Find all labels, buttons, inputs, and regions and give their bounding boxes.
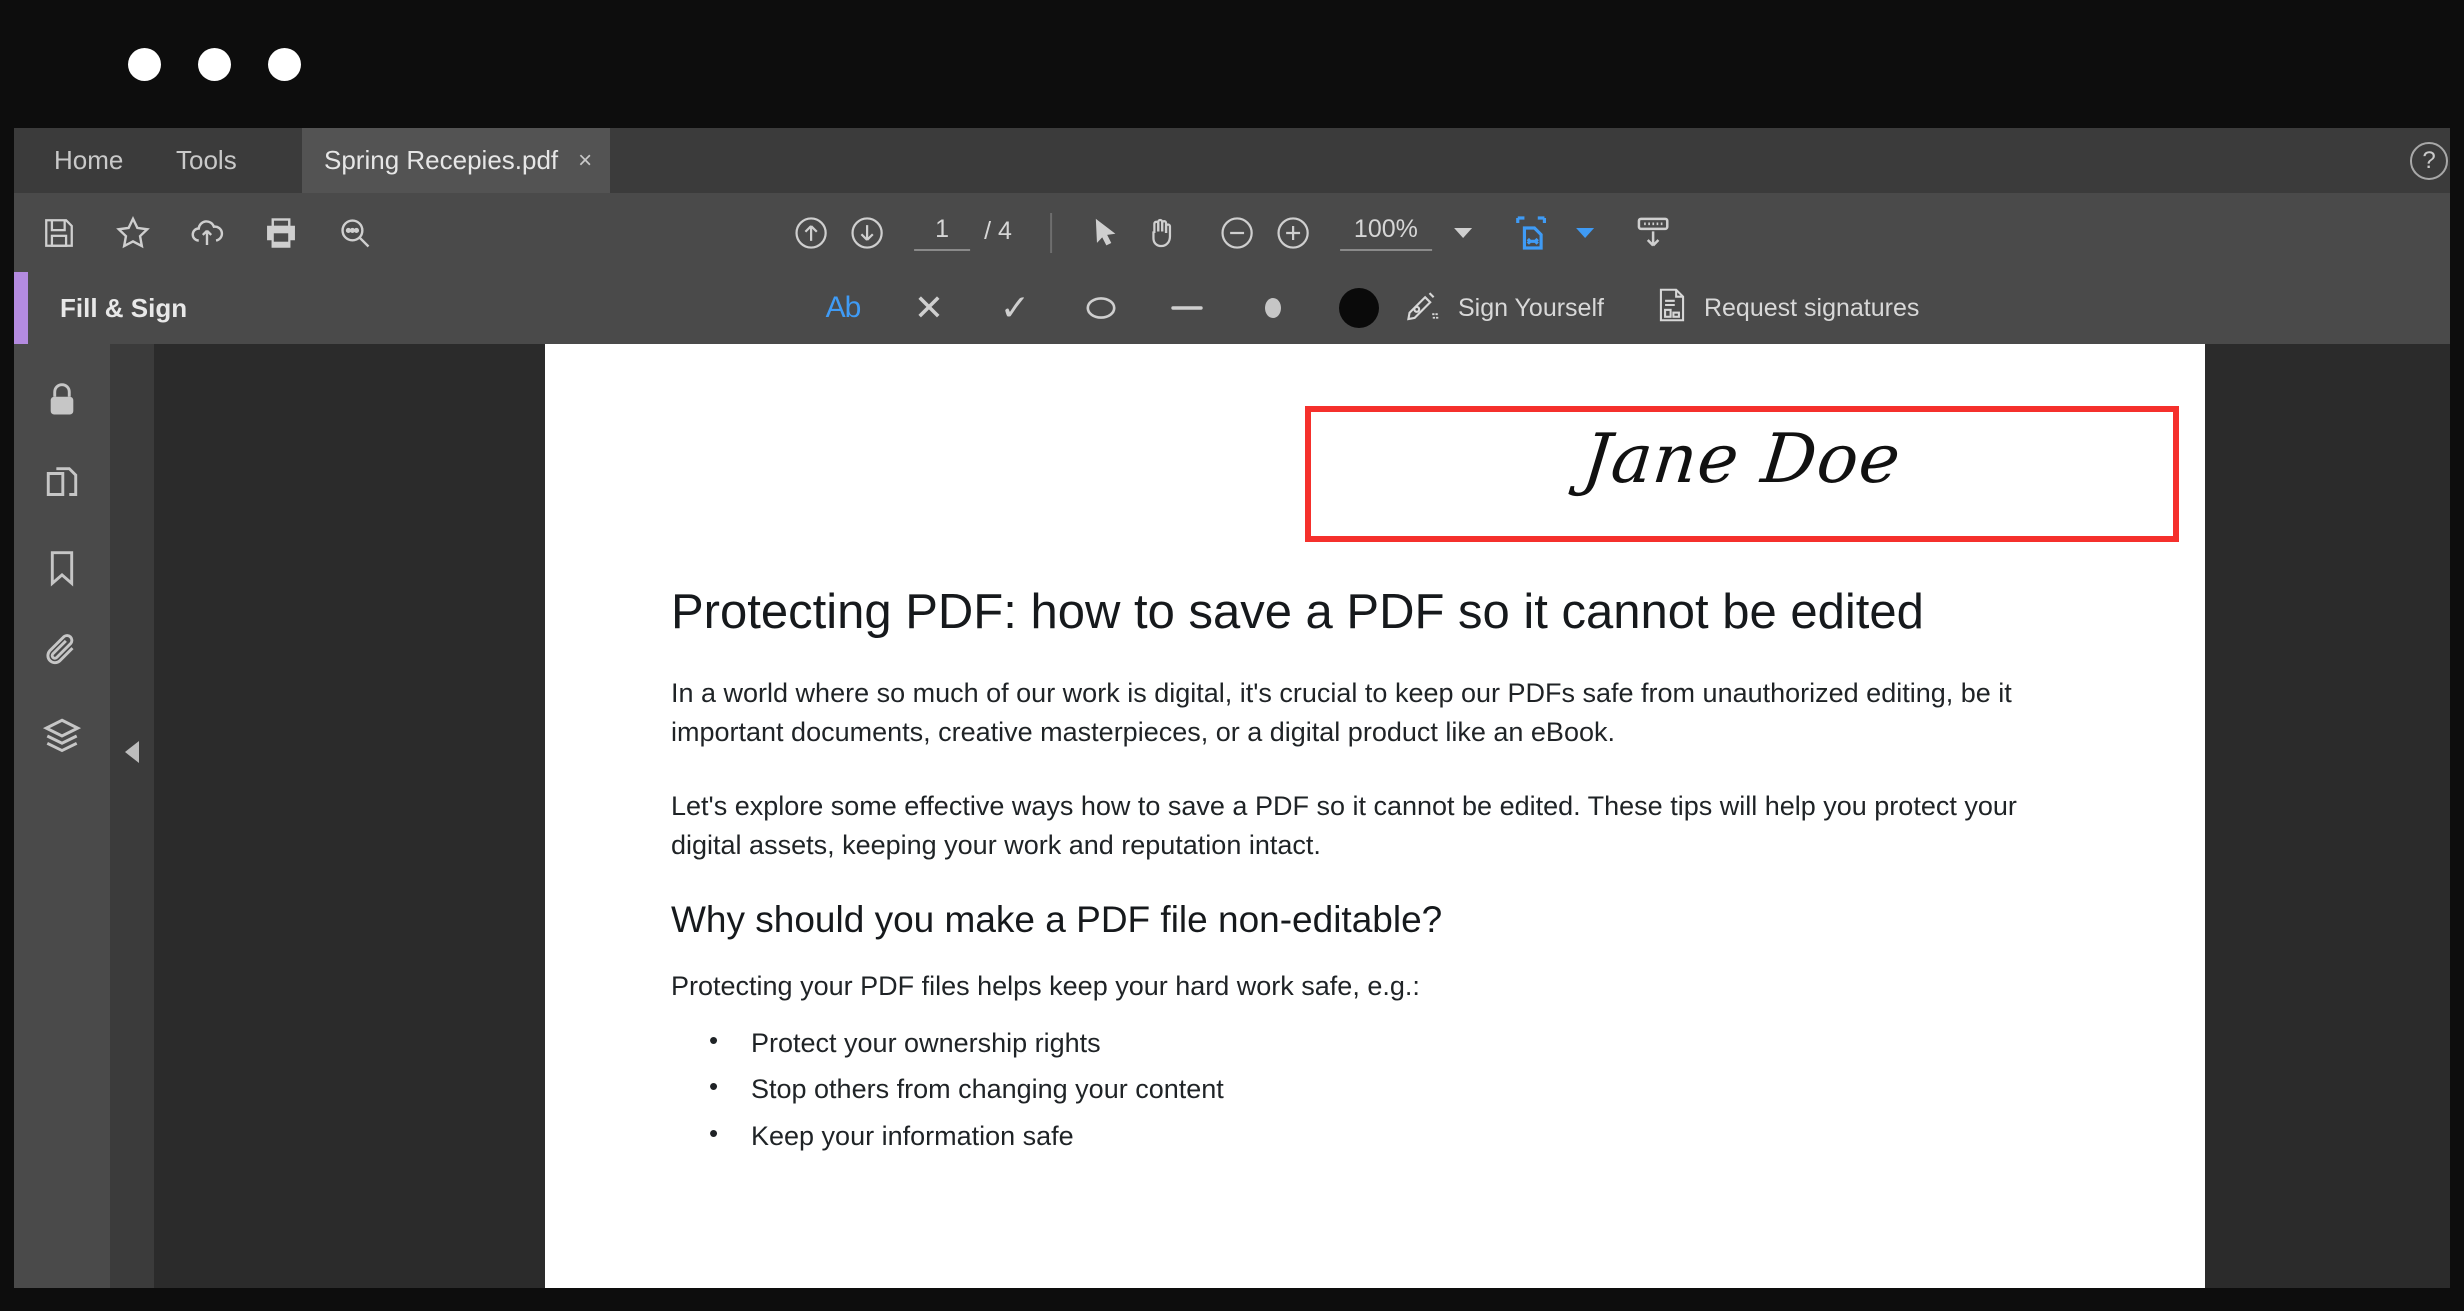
chevron-left-icon [125, 741, 139, 763]
fill-sign-title: Fill & Sign [60, 292, 188, 323]
sign-yourself-button[interactable]: Sign Yourself [1404, 288, 1604, 329]
request-signatures-button[interactable]: Request signatures [1656, 287, 1919, 330]
acrobat-window: Home Tools Spring Recepies.pdf × ? 1 / 4… [0, 0, 2464, 1311]
lock-icon[interactable] [34, 372, 90, 428]
select-tool-icon[interactable] [1082, 210, 1128, 256]
tab-document-label: Spring Recepies.pdf [324, 145, 559, 175]
save-icon[interactable] [36, 210, 82, 256]
fit-page-chevron-down-icon[interactable] [1575, 227, 1594, 238]
maximize-window-button[interactable] [268, 48, 301, 81]
list-item: Stop others from changing your content [709, 1064, 2091, 1112]
help-icon[interactable]: ? [2410, 142, 2448, 180]
toolbar-left-group [14, 210, 378, 256]
tab-document[interactable]: Spring Recepies.pdf × [302, 128, 611, 193]
page-navigation: 1 / 4 [914, 215, 1012, 251]
check-mark-icon[interactable]: ✓ [992, 285, 1038, 331]
list-item: Keep your information safe [709, 1111, 2091, 1159]
tab-strip: Home Tools Spring Recepies.pdf × ? [14, 128, 2450, 193]
color-swatch [1339, 288, 1379, 328]
fill-and-sign-toolbar: Fill & Sign Ab ✕ ✓ Sign Yourself Request… [14, 272, 2450, 344]
sidebar-collapse-handle[interactable] [110, 722, 154, 782]
request-signatures-label: Request signatures [1703, 293, 1920, 322]
close-window-button[interactable] [128, 48, 161, 81]
fill-sign-accent-bar [14, 272, 28, 344]
cloud-upload-icon[interactable] [184, 210, 230, 256]
tab-home-label: Home [54, 145, 124, 175]
layers-icon[interactable] [34, 708, 90, 764]
toolbar-divider [1049, 212, 1052, 253]
zoom-level-value[interactable]: 100% [1339, 215, 1432, 251]
tab-tools[interactable]: Tools [154, 128, 259, 193]
sidebar-rail [14, 344, 110, 1288]
close-icon[interactable]: × [578, 148, 592, 173]
toolbar-center-group: 1 / 4 100% [788, 210, 1676, 256]
dot-swatch [1265, 298, 1281, 318]
paperclip-icon[interactable] [34, 624, 90, 680]
document-workspace: Jane Doe Protecting PDF: how to save a P… [14, 344, 2450, 1288]
print-icon[interactable] [258, 210, 304, 256]
document-paragraph-3: Protecting your PDF files helps keep you… [671, 970, 1420, 1001]
document-paragraph-2: Let's explore some effective ways how to… [671, 790, 2017, 860]
document-paragraph-1: In a world where so much of our work is … [671, 678, 2012, 748]
tab-tools-label: Tools [176, 145, 237, 175]
search-icon[interactable] [332, 210, 378, 256]
zoom-out-icon[interactable] [1214, 210, 1260, 256]
pen-signature-icon [1404, 288, 1442, 329]
list-item: Protect your ownership rights [709, 1018, 2091, 1066]
fill-sign-tools-group: Ab ✕ ✓ [820, 285, 1382, 331]
document-bullet-list: Protect your ownership rights Stop other… [671, 1018, 2091, 1159]
page-down-icon[interactable] [844, 210, 890, 256]
pdf-content: Protecting PDF: how to save a PDF so it … [671, 584, 2091, 1159]
request-signature-doc-icon [1656, 287, 1688, 330]
window-titlebar [0, 0, 2464, 128]
page-up-icon[interactable] [788, 210, 834, 256]
pdf-page[interactable]: Jane Doe Protecting PDF: how to save a P… [545, 344, 2205, 1288]
cross-mark-icon[interactable]: ✕ [906, 285, 952, 331]
sidebar-panel-area [110, 344, 154, 1288]
window-controls [128, 48, 301, 81]
window-bottom-edge [0, 1288, 2464, 1311]
tab-home[interactable]: Home [32, 128, 145, 193]
sign-yourself-label: Sign Yourself [1458, 293, 1604, 322]
page-total-label: / 4 [984, 216, 1012, 245]
fit-page-icon[interactable] [1508, 210, 1554, 256]
document-subheading: Why should you make a PDF file non-edita… [671, 898, 1443, 940]
color-swatch-icon[interactable] [1336, 285, 1382, 331]
add-text-icon[interactable]: Ab [820, 285, 866, 331]
signature-text: Jane Doe [1579, 420, 1905, 499]
bookmark-icon[interactable] [34, 540, 90, 596]
page-thumbnails-icon[interactable] [34, 456, 90, 512]
document-heading: Protecting PDF: how to save a PDF so it … [671, 585, 1924, 639]
fill-sign-actions-group: Sign Yourself Request signatures [1404, 287, 1919, 330]
ellipse-icon[interactable] [1078, 285, 1124, 331]
hand-tool-icon[interactable] [1138, 210, 1184, 256]
minimize-window-button[interactable] [198, 48, 231, 81]
dot-icon[interactable] [1250, 285, 1296, 331]
chevron-down-icon[interactable] [1453, 227, 1472, 238]
line-icon[interactable] [1164, 285, 1210, 331]
add-text-label: Ab [825, 291, 862, 324]
star-icon[interactable] [110, 210, 156, 256]
main-toolbar: 1 / 4 100% [14, 193, 2450, 272]
hide-toolbar-icon[interactable] [1630, 210, 1676, 256]
page-number-input[interactable]: 1 [914, 215, 971, 251]
signature-field[interactable]: Jane Doe [1305, 406, 2179, 542]
zoom-in-icon[interactable] [1270, 210, 1316, 256]
